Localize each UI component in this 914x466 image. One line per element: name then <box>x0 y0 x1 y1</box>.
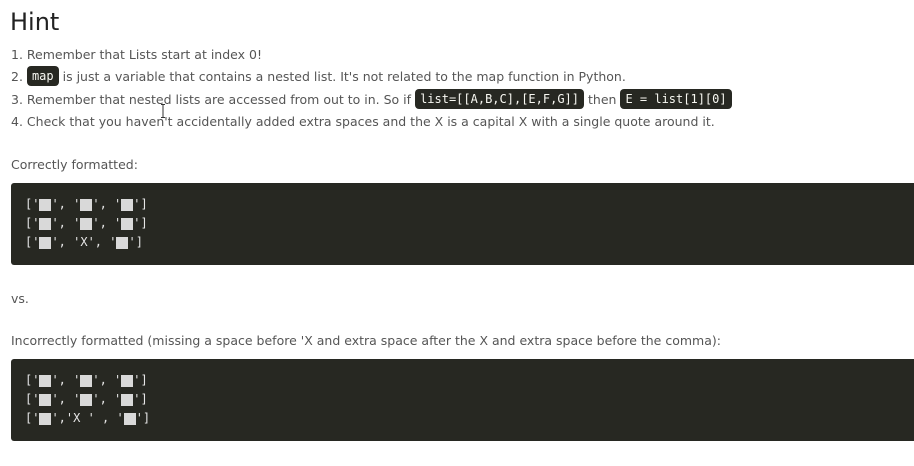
placeholder-box <box>123 412 136 425</box>
hint-text: Remember that Lists start at index 0! <box>26 47 262 62</box>
placeholder-box <box>80 217 93 230</box>
text-cursor-icon <box>161 104 165 118</box>
correct-code-block: [' ', ' ', ' '] [' ', ' ', ' '] [' ', 'X', ' '] <box>11 183 914 265</box>
hint-3: 3. Remember that nested lists are access… <box>11 89 736 109</box>
code-row: [' ', ' ', ' '] <box>25 197 148 211</box>
placeholder-box <box>121 374 134 387</box>
incorrect-code-block: [' ', ' ', ' '] [' ', ' ', ' '] [' ','X ' , ' '] <box>11 359 914 441</box>
hint-text: is just a variable that contains a neste… <box>62 68 626 84</box>
placeholder-box <box>39 217 52 230</box>
hint-number: 4. <box>11 114 23 129</box>
placeholder-box <box>80 198 93 211</box>
hint-number: 3. <box>11 91 23 107</box>
hint-text: Check that you haven't accidentally adde… <box>26 114 715 129</box>
hint-4: 4. Check that you haven't accidentally a… <box>11 114 715 129</box>
placeholder-box <box>121 198 134 211</box>
code-row: [' ', ' ', ' '] <box>25 216 148 230</box>
placeholder-box <box>39 374 52 387</box>
code-row: [' ', 'X', ' '] <box>25 235 143 249</box>
hint-text-then: then <box>588 91 617 107</box>
hint-number: 1. <box>11 47 23 62</box>
placeholder-box <box>116 236 129 249</box>
placeholder-box <box>121 217 134 230</box>
placeholder-box <box>39 393 52 406</box>
correct-label: Correctly formatted: <box>11 157 138 172</box>
placeholder-box <box>39 412 52 425</box>
placeholder-box <box>80 393 93 406</box>
placeholder-box <box>39 198 52 211</box>
inline-code-map: map <box>26 66 59 86</box>
placeholder-box <box>121 393 134 406</box>
vs-label: vs. <box>11 291 29 306</box>
hint-1: 1. Remember that Lists start at index 0! <box>11 47 262 62</box>
code-row: [' ', ' ', ' '] <box>25 392 148 406</box>
code-row: [' ','X ' , ' '] <box>25 411 151 425</box>
hint-2: 2. map is just a variable that contains … <box>11 66 626 86</box>
hint-number: 2. <box>11 68 23 84</box>
placeholder-box <box>39 236 52 249</box>
inline-code-list: list=[[A,B,C],[E,F,G]] <box>415 89 585 109</box>
hint-text: Remember that nested lists are accessed … <box>26 91 412 107</box>
code-row: [' ', ' ', ' '] <box>25 373 148 387</box>
placeholder-box <box>80 374 93 387</box>
page-title: Hint <box>10 8 60 36</box>
incorrect-label: Incorrectly formatted (missing a space b… <box>11 333 721 348</box>
inline-code-index: E = list[1][0] <box>620 89 732 109</box>
